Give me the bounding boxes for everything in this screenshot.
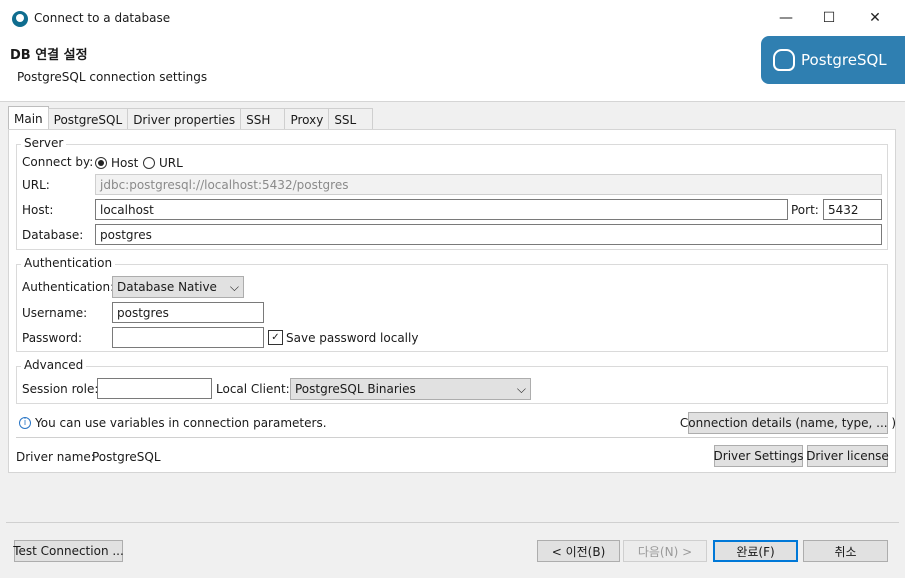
port-input[interactable]: 5432 [823,199,882,220]
maximize-button[interactable]: ☐ [806,4,852,32]
dialog-window: Connect to a database — ☐ ✕ DB 연결 설정 Pos… [0,0,905,578]
title-bar: Connect to a database — ☐ ✕ [0,0,905,36]
tab-main[interactable]: Main [8,106,49,130]
divider [16,437,888,438]
driver-name-label: Driver name: [16,450,95,464]
local-client-select[interactable]: PostgreSQL Binaries ⌵ [290,378,531,400]
logo-text: PostgreSQL [801,51,887,69]
url-radio-option[interactable]: URL [143,156,183,170]
host-radio-option[interactable]: Host [95,156,138,170]
connect-by-label: Connect by: [22,155,94,169]
url-radio[interactable] [143,157,155,169]
host-radio-label: Host [111,156,139,170]
password-label: Password: [22,331,83,345]
driver-name-value: PostgreSQL [92,450,161,464]
tab-ssh[interactable]: SSH [240,108,286,130]
url-field: jdbc:postgresql://localhost:5432/postgre… [95,174,882,195]
finish-button[interactable]: 완료(F) [713,540,798,562]
back-button[interactable]: < 이전(B) [537,540,620,562]
page-title: DB 연결 설정 [10,48,88,63]
close-button[interactable]: ✕ [852,4,898,32]
session-role-label: Session role: [22,382,99,396]
username-label: Username: [22,306,88,320]
chevron-down-icon: ⌵ [229,279,239,294]
elephant-icon [773,49,795,71]
chevron-down-icon: ⌵ [516,381,526,396]
tab-driver-properties[interactable]: Driver properties [127,108,242,130]
password-input[interactable] [112,327,264,348]
advanced-group-title: Advanced [21,358,87,372]
tab-ssl[interactable]: SSL [328,108,374,130]
local-client-label: Local Client: [216,382,290,396]
next-button: 다음(N) > [623,540,707,562]
tab-postgresql[interactable]: PostgreSQL [47,108,129,130]
username-input[interactable]: postgres [112,302,264,323]
host-input[interactable]: localhost [95,199,788,220]
port-label: Port: [791,203,819,217]
dialog-header: DB 연결 설정 PostgreSQL connection settings … [0,36,905,102]
local-client-select-value: PostgreSQL Binaries [295,382,416,396]
window-title: Connect to a database [34,11,171,25]
authentication-select-value: Database Native [117,280,217,294]
url-radio-label: URL [159,156,183,170]
driver-settings-button[interactable]: Driver Settings [714,445,803,467]
info-message: i You can use variables in connection pa… [19,416,327,430]
save-password-label: Save password locally [286,330,419,345]
info-icon: i [19,417,31,429]
save-password-option[interactable]: ✓ Save password locally [268,330,418,345]
test-connection-button[interactable]: Test Connection ... [13,540,124,562]
database-label: Database: [22,228,84,242]
driver-license-button[interactable]: Driver license [806,445,889,467]
dbeaver-app-icon [12,11,28,27]
footer-divider [6,522,899,523]
info-text: You can use variables in connection para… [35,416,327,430]
save-password-checkbox[interactable]: ✓ [268,330,283,345]
host-label: Host: [22,203,54,217]
authentication-label: Authentication: [22,280,115,294]
tab-proxy[interactable]: Proxy [284,108,330,130]
host-radio[interactable] [95,157,107,169]
server-group-title: Server [21,136,67,150]
main-panel: Server Connect by: Host URL URL: jdbc:po… [8,129,896,473]
minimize-button[interactable]: — [763,4,809,32]
authentication-select[interactable]: Database Native ⌵ [112,276,244,298]
session-role-input[interactable] [97,378,212,399]
connection-details-button[interactable]: Connection details (name, type, ... ) [680,412,896,434]
url-label: URL: [22,178,50,192]
cancel-button[interactable]: 취소 [803,540,888,562]
database-input[interactable]: postgres [95,224,882,245]
page-subtitle: PostgreSQL connection settings [17,70,208,84]
postgresql-logo: PostgreSQL [761,36,905,84]
authentication-group-title: Authentication [21,256,116,270]
tab-bar: Main PostgreSQL Driver properties SSH Pr… [8,106,374,130]
